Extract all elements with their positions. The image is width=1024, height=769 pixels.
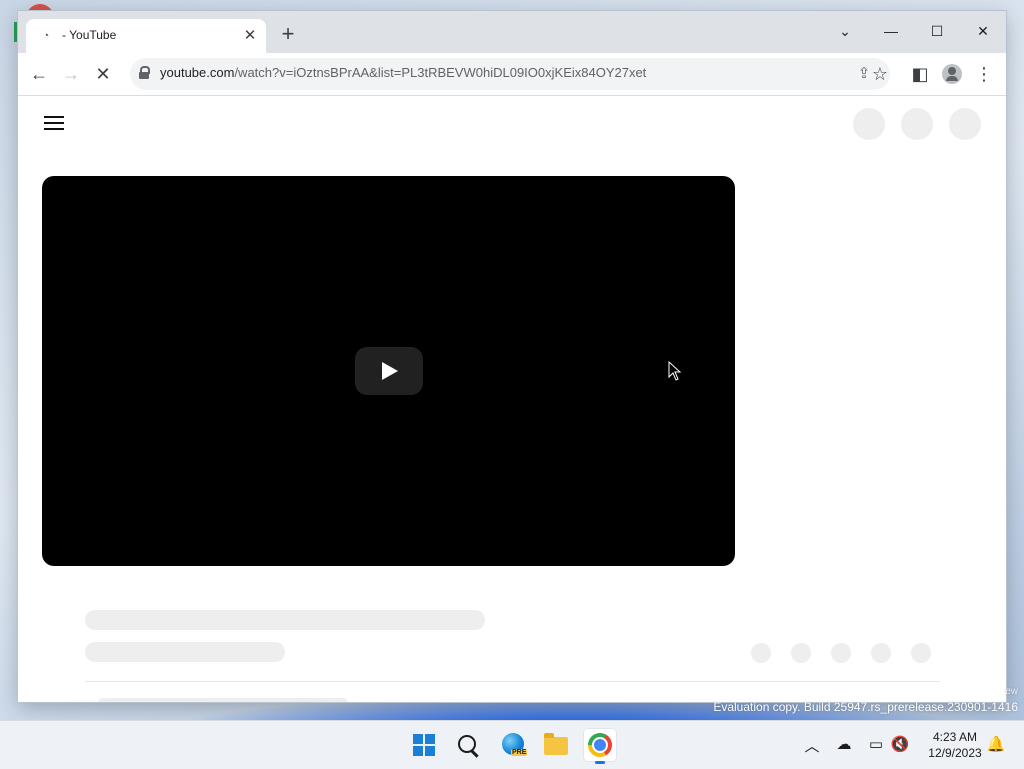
header-placeholder-circle — [853, 108, 885, 140]
taskbar: PRE ︿ ☁ ▭ 🔇 4:23 AM 12/9/2023 🔔 — [0, 720, 1024, 769]
file-explorer-icon — [544, 733, 568, 755]
profile-icon[interactable] — [938, 60, 966, 88]
play-button[interactable] — [355, 347, 423, 395]
chevron-up-icon[interactable]: ︿ — [802, 735, 822, 756]
chrome-taskbar-button[interactable] — [584, 729, 616, 764]
start-button[interactable] — [408, 729, 440, 761]
video-player[interactable] — [42, 176, 735, 566]
url-path: /watch?v=iOztnsBPrAA&list=PL3tRBEVW0hiDL… — [234, 65, 647, 80]
edge-pre-badge: PRE — [511, 749, 528, 756]
onedrive-icon[interactable]: ☁ — [834, 735, 854, 753]
description-skeleton — [98, 698, 348, 702]
search-button[interactable] — [452, 729, 484, 761]
maximize-button[interactable]: ☐ — [914, 17, 960, 45]
close-window-button[interactable]: ✕ — [960, 17, 1006, 45]
edge-beta-button[interactable]: PRE — [497, 729, 529, 761]
stop-loading-button[interactable]: ✕ — [89, 60, 117, 88]
side-panel-icon[interactable]: ◧ — [906, 60, 934, 88]
clock-date: 12/9/2023 — [928, 746, 982, 760]
notification-bell-icon[interactable]: 🔔 — [986, 735, 1006, 753]
evaluation-watermark: ew Evaluation copy. Build 25947.rs_prere… — [713, 686, 1018, 714]
action-skeleton-dot — [791, 643, 811, 663]
hamburger-icon[interactable] — [44, 116, 64, 132]
channel-skeleton — [85, 642, 285, 662]
loading-icon: ◔ — [42, 30, 50, 42]
start-icon — [413, 734, 435, 756]
clock-time: 4:23 AM — [932, 730, 978, 744]
play-icon — [382, 362, 398, 380]
active-app-indicator — [595, 761, 605, 764]
action-skeleton-dot — [831, 643, 851, 663]
tab-youtube[interactable]: ◔ - YouTube ✕ — [26, 19, 266, 53]
new-tab-button[interactable]: + — [276, 23, 300, 47]
watermark-text: Evaluation copy. Build 25947.rs_prerelea… — [713, 700, 1018, 714]
search-icon — [458, 735, 476, 753]
browser-toolbar: ← → ✕ youtube.com/watch?v=iOztnsBPrAA&li… — [18, 53, 1006, 96]
tab-close-icon[interactable]: ✕ — [240, 26, 260, 46]
title-bar: ◔ - YouTube ✕ + ⌄ — ☐ ✕ — [18, 11, 1006, 53]
title-skeleton — [85, 610, 485, 630]
tab-search-chevron-icon[interactable]: ⌄ — [822, 17, 868, 45]
watermark-partial: ew — [1005, 686, 1018, 697]
forward-button[interactable]: → — [57, 60, 85, 88]
network-icon[interactable]: ▭ — [866, 735, 886, 753]
action-skeleton-dot — [751, 643, 771, 663]
bookmark-star-icon[interactable]: ☆ — [866, 60, 894, 88]
chrome-window: ◔ - YouTube ✕ + ⌄ — ☐ ✕ ← → ✕ youtube.co… — [18, 11, 1006, 702]
action-skeleton-dot — [871, 643, 891, 663]
file-explorer-button[interactable] — [540, 729, 572, 761]
minimize-button[interactable]: — — [868, 17, 914, 45]
chrome-icon — [588, 733, 612, 757]
header-placeholder-circle — [949, 108, 981, 140]
back-button[interactable]: ← — [25, 60, 53, 88]
header-placeholder-circle — [901, 108, 933, 140]
clock[interactable]: 4:23 AM 12/9/2023 — [920, 729, 990, 761]
action-skeleton-dot — [911, 643, 931, 663]
tab-title: - YouTube — [62, 28, 117, 42]
youtube-watch-page — [18, 96, 1006, 702]
content-divider — [85, 681, 940, 682]
more-menu-icon[interactable]: ⋮ — [970, 60, 998, 88]
lock-icon[interactable] — [138, 66, 150, 80]
volume-muted-icon[interactable]: 🔇 — [890, 735, 910, 753]
url-text[interactable]: youtube.com/watch?v=iOztnsBPrAA&list=PL3… — [160, 65, 646, 80]
address-bar[interactable]: youtube.com/watch?v=iOztnsBPrAA&list=PL3… — [130, 58, 890, 90]
url-host: youtube.com — [160, 65, 235, 80]
